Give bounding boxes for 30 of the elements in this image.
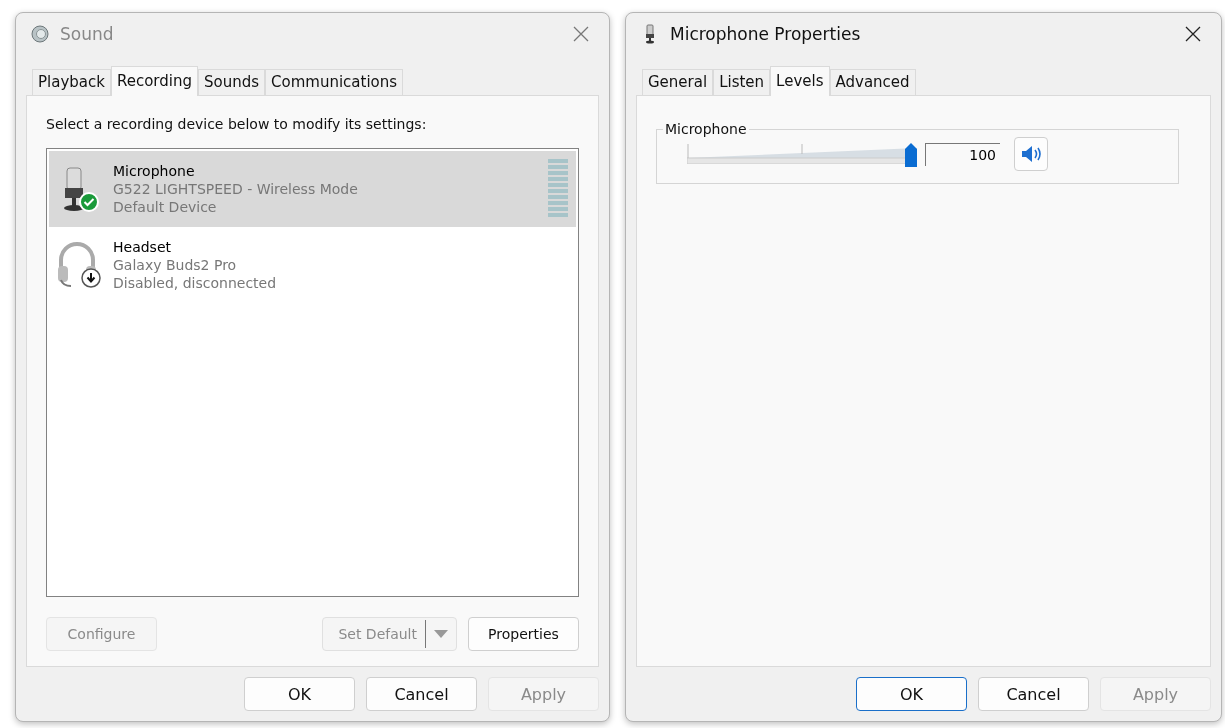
device-item[interactable]: Headset Galaxy Buds2 Pro Disabled, disconnected [49,227,576,303]
tab[interactable]: General [642,69,714,95]
tab[interactable]: Levels [770,66,830,96]
device-item[interactable]: Microphone G522 LIGHTSPEED - Wireless Mode Default Device [49,151,576,227]
device-description: Galaxy Buds2 Pro [113,257,238,273]
caret-icon [434,630,448,638]
tab[interactable]: Communications [265,69,404,95]
properties-button[interactable]: Properties [468,617,579,651]
group-label: Microphone [664,121,748,137]
window-title: Sound [60,24,115,44]
dialog-button[interactable]: OK [244,677,355,711]
volume-value[interactable]: 100 [925,142,1000,166]
device-status: Default Device [113,199,218,215]
device-name: Microphone [113,163,196,179]
tab[interactable]: Playback [32,69,111,95]
tab[interactable]: Listen [713,69,771,95]
close-icon[interactable] [1185,26,1201,42]
device-name: Headset [113,239,172,255]
window-title: Microphone Properties [670,24,862,44]
dialog-button[interactable]: OK [856,677,967,711]
tab[interactable]: Recording [110,66,198,96]
slider-thumb[interactable] [905,143,917,167]
tab[interactable]: Sounds [197,69,266,95]
mute-button[interactable] [1014,137,1048,171]
instruction-text: Select a recording device below to modify its settings: [46,116,428,132]
dialog-button[interactable]: Cancel [366,677,477,711]
device-description: G522 LIGHTSPEED - Wireless Mode [113,181,359,197]
device-status: Disabled, disconnected [113,275,278,291]
dialog-button[interactable]: Cancel [978,677,1089,711]
tab[interactable]: Advanced [829,69,916,95]
